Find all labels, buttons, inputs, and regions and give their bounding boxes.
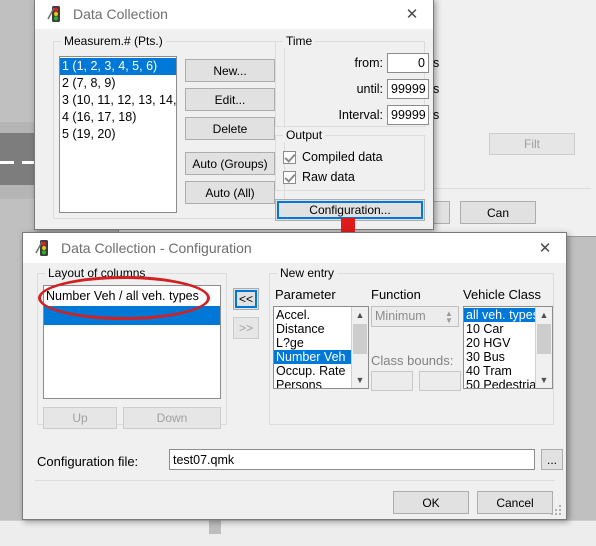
red-ellipse-annotation <box>38 276 210 320</box>
configuration-file-input[interactable]: test07.qmk <box>169 449 535 470</box>
measurement-listbox[interactable]: 1 (1, 2, 3, 4, 5, 6) 2 (7, 8, 9) 3 (10, 11… <box>59 56 177 213</box>
list-item[interactable]: Occup. Rate <box>274 364 351 378</box>
lane-dash <box>0 161 14 164</box>
dialog1-titlebar[interactable]: Data Collection ✕ <box>35 0 433 29</box>
up-button[interactable]: Up <box>43 407 117 429</box>
list-item[interactable]: 30 Bus <box>464 350 535 364</box>
divider <box>0 520 596 521</box>
time-interval-input[interactable]: 99999 <box>387 105 429 125</box>
taskbar-marker <box>209 520 221 534</box>
scroll-up-icon[interactable]: ▲ <box>352 307 368 323</box>
new-entry-label: New entry <box>277 266 338 280</box>
time-row-label: Interval: <box>338 108 383 122</box>
list-body: all veh. types 10 Car 20 HGV 30 Bus 40 Tram 5… <box>464 308 543 388</box>
close-icon[interactable]: ✕ <box>528 233 562 263</box>
list-body: 1 (1, 2, 3, 4, 5, 6) 2 (7, 8, 9) 3 (10, 11… <box>60 58 176 143</box>
class-bounds-lower-input[interactable] <box>371 371 413 391</box>
vehicle-class-listbox[interactable]: all veh. types 10 Car 20 HGV 30 Bus 40 Tram 5… <box>463 306 553 389</box>
scrollbar-thumb[interactable] <box>537 324 551 354</box>
auto-all-button[interactable]: Auto (All) <box>185 181 275 204</box>
list-item[interactable]: Number Veh <box>274 350 351 364</box>
list-item[interactable]: 40 Tram <box>464 364 535 378</box>
configuration-file-label: Configuration file: <box>37 454 139 469</box>
list-item[interactable]: 20 HGV <box>464 336 535 350</box>
output-group-label: Output <box>283 128 326 142</box>
checkbox-label: Raw data <box>302 170 355 184</box>
list-item[interactable]: 3 (10, 11, 12, 13, 14, <box>60 92 176 109</box>
list-item[interactable]: 2 (7, 8, 9) <box>60 75 176 92</box>
time-unit-label: s <box>433 56 440 70</box>
list-item[interactable]: 50 Pedestrian <box>464 378 543 388</box>
edit-button[interactable]: Edit... <box>185 88 275 111</box>
remove-column-button[interactable]: >> <box>233 317 259 339</box>
time-row-label: until: <box>356 82 383 96</box>
browse-button[interactable]: ... <box>541 449 563 470</box>
list-body: Accel. Distance L?ge Number Veh Occup. Rate P… <box>274 308 351 388</box>
resize-grip[interactable] <box>551 505 563 517</box>
time-unit-label: s <box>433 82 440 96</box>
data-collection-configuration-dialog: Data Collection - Configuration ✕ Layout… <box>22 232 567 520</box>
down-button[interactable]: Down <box>123 407 221 429</box>
parameter-listbox[interactable]: Accel. Distance L?ge Number Veh Occup. Rate P… <box>273 306 369 389</box>
scrollbar-thumb[interactable] <box>353 324 367 354</box>
dialog2-titlebar[interactable]: Data Collection - Configuration ✕ <box>23 233 566 263</box>
new-button[interactable]: New... <box>185 59 275 82</box>
ok-button[interactable]: OK <box>393 491 469 514</box>
checkbox-box <box>283 150 296 164</box>
list-item[interactable]: all veh. types <box>464 308 539 322</box>
checkbox-box <box>283 170 296 184</box>
list-item[interactable]: 10 Car <box>464 322 535 336</box>
scroll-up-icon[interactable]: ▲ <box>536 307 552 323</box>
vertical-scrollbar[interactable]: ▲ ▼ <box>351 307 368 388</box>
traffic-light-icon <box>35 239 53 257</box>
checkbox-raw-data[interactable]: Raw data <box>283 170 355 184</box>
close-icon[interactable]: ✕ <box>395 0 429 29</box>
traffic-light-icon <box>47 5 65 23</box>
function-header: Function <box>371 287 421 302</box>
screen: Configuration Configuration Configuratio… <box>0 0 596 546</box>
scroll-down-icon[interactable]: ▼ <box>352 372 368 388</box>
scroll-down-icon[interactable]: ▼ <box>536 372 552 388</box>
parameter-header: Parameter <box>275 287 336 302</box>
desktop-bottom-strip <box>0 520 596 546</box>
function-value: Minimum <box>375 309 426 323</box>
delete-button[interactable]: Delete <box>185 117 275 140</box>
background-filter-button[interactable]: Filt <box>489 133 575 155</box>
time-unit-label: s <box>433 108 440 122</box>
time-from-input[interactable]: 0 <box>387 53 429 73</box>
checkbox-label: Compiled data <box>302 150 383 164</box>
checkbox-compiled-data[interactable]: Compiled data <box>283 150 383 164</box>
class-bounds-label: Class bounds: <box>371 353 454 368</box>
function-combobox[interactable]: Minimum ▲ ▼ <box>371 306 459 327</box>
list-item[interactable]: Distance <box>274 322 351 336</box>
list-item[interactable]: Accel. <box>274 308 351 322</box>
spinner-icon[interactable]: ▲ ▼ <box>442 309 456 324</box>
list-item[interactable]: Persons <box>274 378 351 388</box>
time-row-label: from: <box>354 56 383 70</box>
measurement-group-label: Measurem.# (Pts.) <box>61 34 166 48</box>
data-collection-dialog: Data Collection ✕ Measurem.# (Pts.) 1 (1… <box>34 0 439 230</box>
list-item[interactable]: 5 (19, 20) <box>60 126 176 143</box>
dialog2-separator <box>35 480 555 481</box>
dialog2-title: Data Collection - Configuration <box>61 240 252 256</box>
list-item[interactable]: 1 (1, 2, 3, 4, 5, 6) <box>60 58 176 75</box>
vehicle-class-header: Vehicle Class <box>463 287 542 302</box>
time-group-label: Time <box>283 34 316 48</box>
background-cancel-button[interactable]: Can <box>460 201 536 224</box>
time-until-input[interactable]: 99999 <box>387 79 429 99</box>
cancel-button[interactable]: Cancel <box>477 491 553 514</box>
add-column-button[interactable]: << <box>233 288 259 310</box>
auto-groups-button[interactable]: Auto (Groups) <box>185 152 275 175</box>
dialog1-title: Data Collection <box>73 6 168 22</box>
vertical-scrollbar[interactable]: ▲ ▼ <box>535 307 552 388</box>
list-item[interactable]: L?ge <box>274 336 351 350</box>
class-bounds-upper-input[interactable] <box>419 371 461 391</box>
list-item[interactable]: 4 (16, 17, 18) <box>60 109 176 126</box>
